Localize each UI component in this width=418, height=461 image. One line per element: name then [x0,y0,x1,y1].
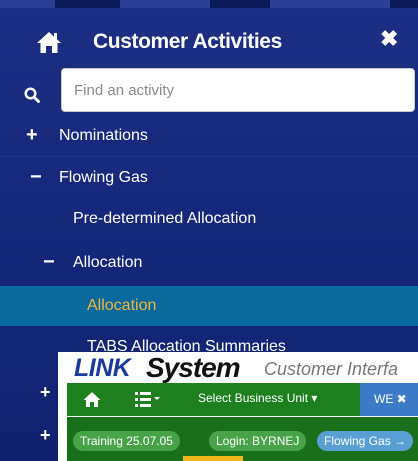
home-icon[interactable] [36,30,62,54]
sidebar-item-pre-determined-allocation[interactable]: Pre-determined Allocation [0,199,418,240]
sidebar-item-allocation-selected[interactable]: Allocation [0,286,418,326]
collapse-toggle[interactable]: − [43,251,55,274]
collapse-toggle[interactable]: − [30,166,42,189]
brand-subtitle: Customer Interfa [264,359,399,379]
login-badge: Login: BYRNEJ [209,431,307,451]
highlight-marker [183,456,243,461]
select-business-unit-dropdown[interactable]: Select Business Unit ▾ [198,391,317,405]
home-icon[interactable] [83,391,101,408]
sidebar-item-allocation-group[interactable]: − Allocation [0,243,418,284]
sidebar-item-flowing-gas[interactable]: − Flowing Gas [0,158,418,199]
brand-system: System [146,352,241,383]
sidebar-item-label: Allocation [73,254,143,271]
sidebar-item-label: Allocation [87,297,157,314]
brand-link: LINK [74,354,131,382]
top-nav-bar: Select Business Unit ▾ WE ✖ [67,383,418,416]
breadcrumb-flowing-gas[interactable]: Flowing Gas → [317,431,414,451]
activity-search-input[interactable] [61,68,415,112]
sidebar-item-nominations[interactable]: + Nominations [0,116,418,157]
breadcrumb-bar: Training 25.07.05 Login: BYRNEJ Flowing … [67,417,418,461]
expand-toggle[interactable]: + [26,124,38,147]
top-strip [0,0,418,8]
expand-toggle[interactable]: + [40,382,51,403]
list-menu-icon[interactable] [135,391,161,408]
sidebar-item-label: Nominations [59,127,148,144]
link-system-window: LINK System Customer Interfa Select Busi… [58,352,418,461]
sidebar-item-label: Pre-determined Allocation [73,210,257,227]
search-icon [24,87,40,103]
expand-toggle[interactable]: + [40,425,51,446]
we-tab[interactable]: WE ✖ [360,383,418,416]
we-tab-label: WE ✖ [374,392,407,406]
sidebar-item-label: Flowing Gas [59,169,148,186]
environment-badge: Training 25.07.05 [73,431,180,451]
sidebar-header: Customer Activities ✖ [0,8,418,64]
close-icon[interactable]: ✖ [380,26,398,52]
sidebar-title: Customer Activities [93,30,282,53]
